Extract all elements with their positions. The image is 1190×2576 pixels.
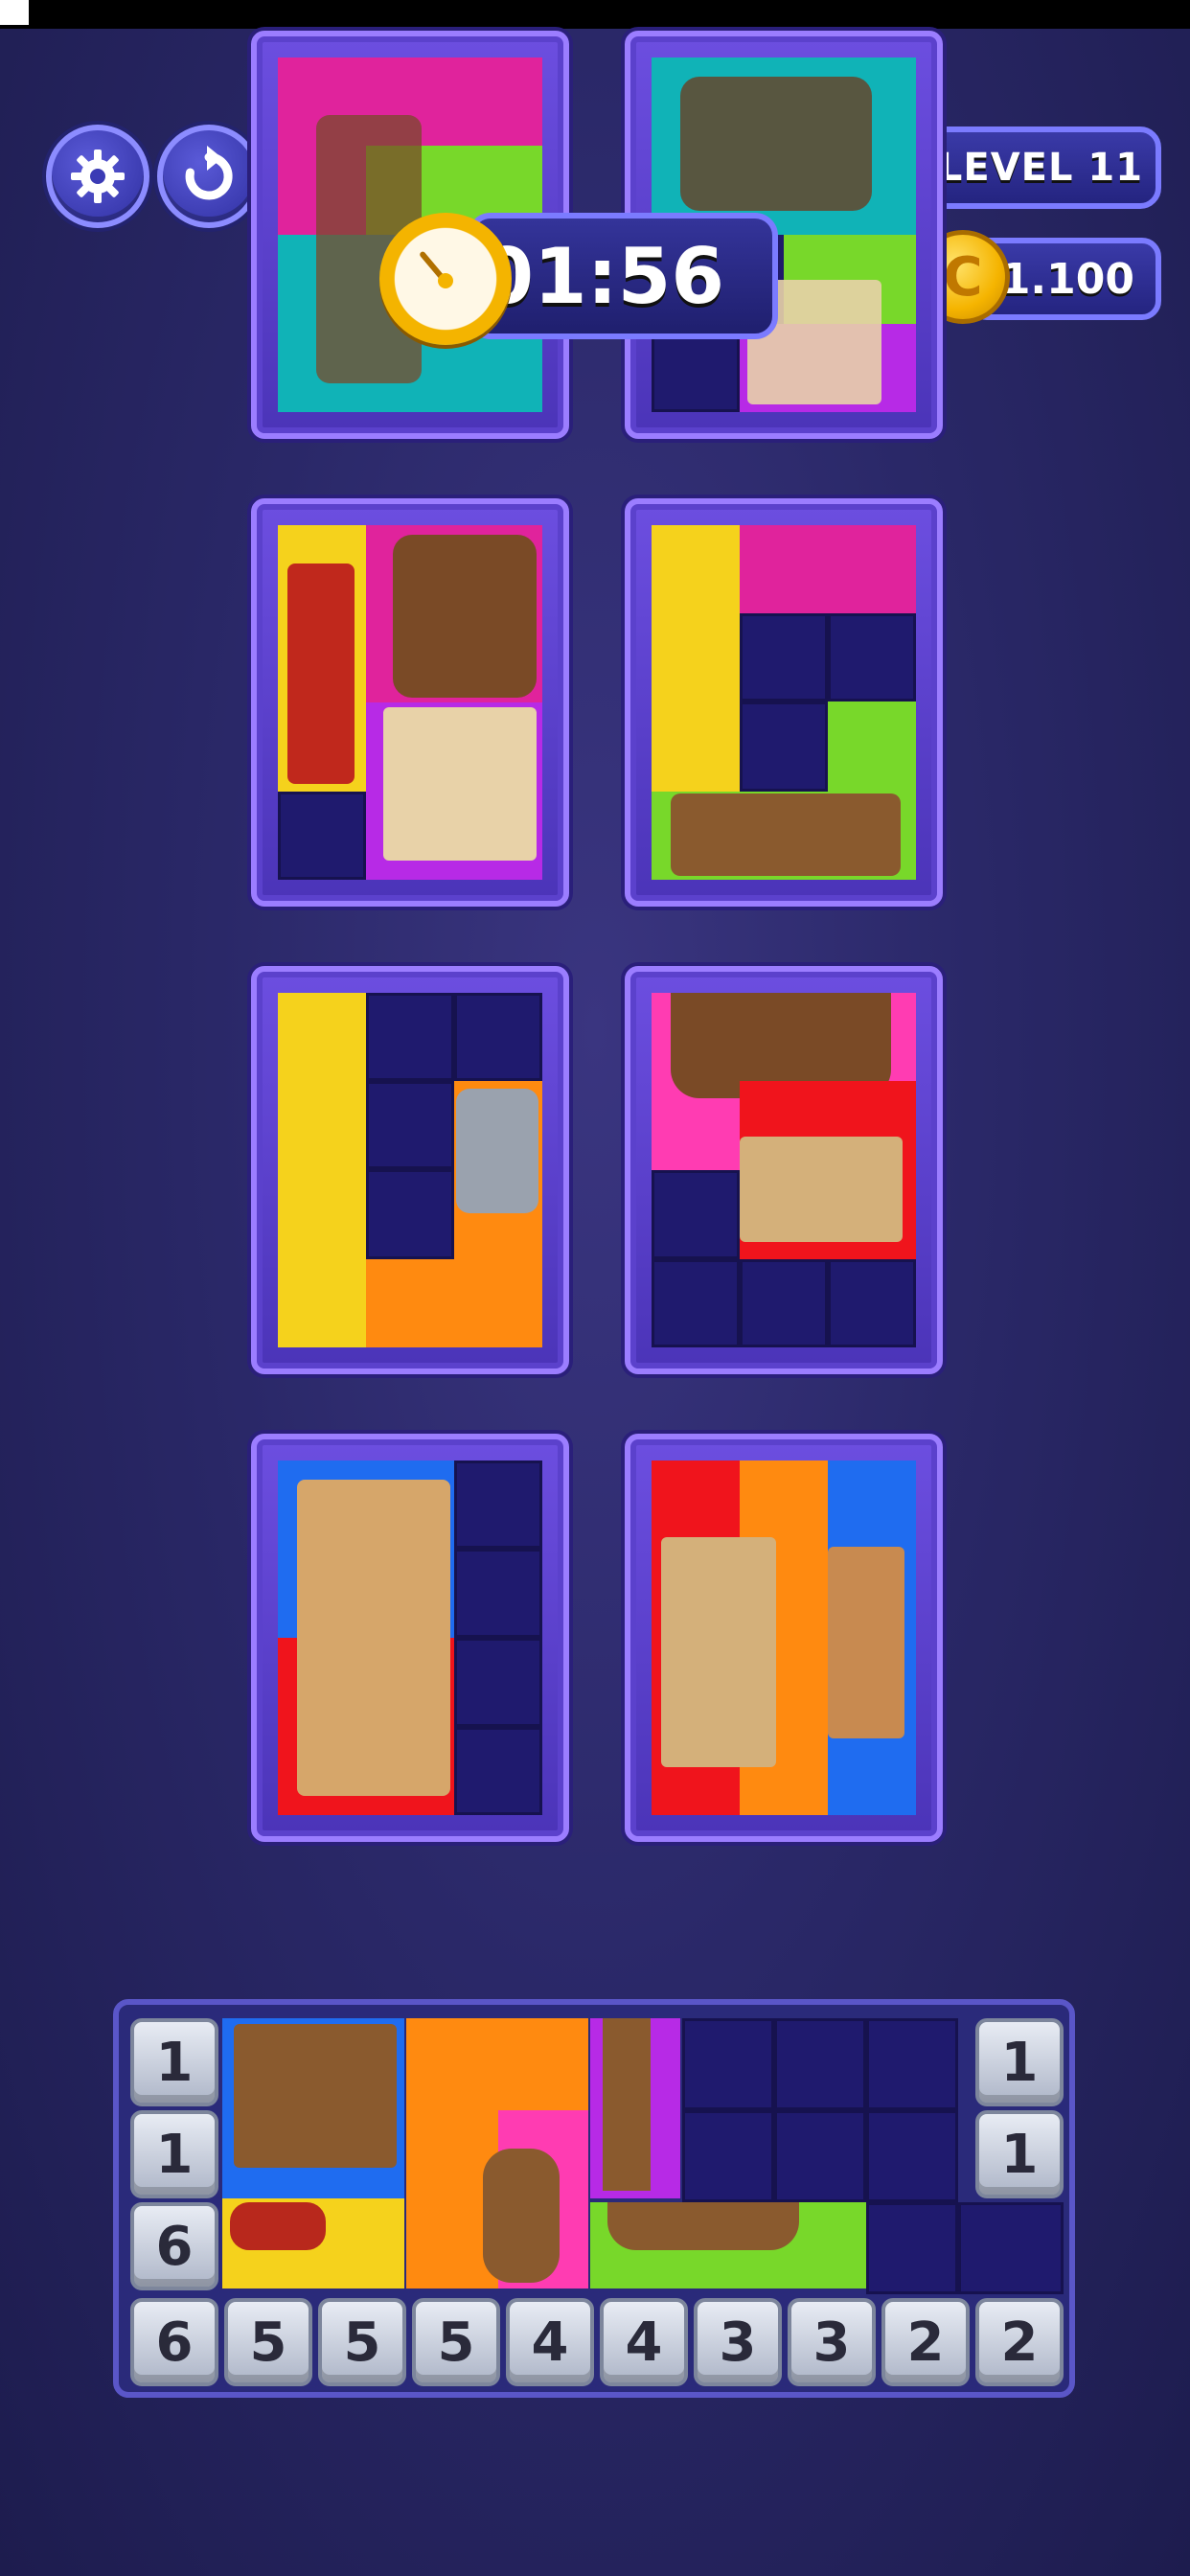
empty-slot — [740, 702, 828, 792]
solution-tray: 1 1 6 1 1 6 5 5 5 4 4 3 3 2 2 — [113, 1999, 1075, 2398]
wood-post-image — [603, 2018, 651, 2191]
clock-icon — [379, 213, 512, 345]
empty-slot — [774, 2018, 866, 2110]
status-notch — [0, 0, 29, 25]
level-badge: LEVEL 11 — [920, 126, 1161, 209]
empty-slot — [740, 613, 828, 702]
empty-slot — [652, 1170, 740, 1259]
row-clue: 1 — [130, 2110, 218, 2198]
puzzle-card-4[interactable] — [625, 498, 943, 907]
puzzle-card-6[interactable] — [625, 966, 943, 1374]
row-clue: 1 — [130, 2018, 218, 2106]
clock-center — [438, 273, 453, 288]
column-clue: 3 — [788, 2298, 876, 2386]
status-bar — [0, 0, 1190, 29]
empty-slot — [740, 1259, 828, 1347]
saloon-image — [234, 2024, 397, 2168]
empty-slot — [682, 2018, 774, 2110]
empty-slot — [866, 2202, 958, 2294]
piece-magenta[interactable] — [740, 525, 916, 613]
empty-slot — [828, 1259, 916, 1347]
card-5-grid — [278, 993, 542, 1347]
puzzle-card-7[interactable] — [251, 1434, 569, 1842]
piece-yellow[interactable] — [278, 993, 366, 1347]
gear-icon — [71, 150, 125, 203]
empty-slot — [366, 1169, 454, 1259]
puzzle-card-3[interactable] — [251, 498, 569, 907]
row-clue: 1 — [975, 2018, 1064, 2106]
settings-button[interactable] — [46, 125, 149, 228]
card-4-grid — [652, 525, 916, 880]
card-8-grid — [652, 1460, 916, 1815]
empty-slot — [366, 993, 454, 1081]
row-clue: 6 — [130, 2202, 218, 2290]
card-6-grid — [652, 993, 916, 1347]
coin-amount: 1.100 — [1000, 254, 1134, 304]
empty-slot — [278, 792, 366, 880]
column-clue: 6 — [130, 2298, 218, 2386]
column-clue: 4 — [506, 2298, 594, 2386]
card-7-grid — [278, 1460, 542, 1815]
row-clue: 1 — [975, 2110, 1064, 2198]
empty-slot — [454, 993, 542, 1081]
empty-slot — [866, 2018, 958, 2110]
piece-orange[interactable] — [366, 1259, 454, 1347]
card-3-grid — [278, 525, 542, 880]
restart-button[interactable] — [157, 125, 261, 228]
empty-slot — [866, 2110, 958, 2202]
revolver-image — [456, 1089, 538, 1213]
empty-slot — [682, 2110, 774, 2202]
wanted-poster-image — [383, 707, 537, 861]
empty-slot — [958, 2202, 1064, 2294]
bank-building-image — [661, 1537, 776, 1767]
column-clue: 3 — [694, 2298, 782, 2386]
column-clue: 4 — [600, 2298, 688, 2386]
horse-head-image — [680, 77, 872, 211]
empty-slot — [828, 613, 916, 702]
house-image — [828, 1547, 904, 1738]
wagon-wheels-image — [607, 2202, 799, 2250]
level-label: LEVEL 11 — [937, 146, 1144, 190]
barrel-image — [393, 535, 537, 698]
column-clue: 5 — [412, 2298, 500, 2386]
restart-icon — [185, 146, 233, 200]
puzzle-card-5[interactable] — [251, 966, 569, 1374]
empty-slot — [774, 2110, 866, 2202]
piece-yellow[interactable] — [652, 525, 740, 792]
timer-value: 01:56 — [480, 231, 724, 321]
column-clue: 2 — [881, 2298, 970, 2386]
empty-slot — [454, 1549, 542, 1638]
empty-slot — [366, 1081, 454, 1169]
column-clue: 5 — [318, 2298, 406, 2386]
timer-display: 01:56 — [468, 213, 778, 339]
wagon-image — [671, 794, 901, 876]
column-clue: 2 — [975, 2298, 1064, 2386]
empty-slot — [454, 1638, 542, 1727]
empty-slot — [454, 1460, 542, 1549]
coin-letter: C — [943, 245, 983, 309]
empty-slot — [454, 1727, 542, 1815]
bank-building-image — [740, 1137, 903, 1242]
empty-slot — [652, 1259, 740, 1347]
puzzle-card-8[interactable] — [625, 1434, 943, 1842]
dynamite-image — [230, 2202, 326, 2250]
sheriff-building-image — [297, 1480, 450, 1796]
column-clue: 5 — [224, 2298, 312, 2386]
holster-image — [483, 2149, 560, 2283]
dynamite-image — [287, 564, 355, 784]
